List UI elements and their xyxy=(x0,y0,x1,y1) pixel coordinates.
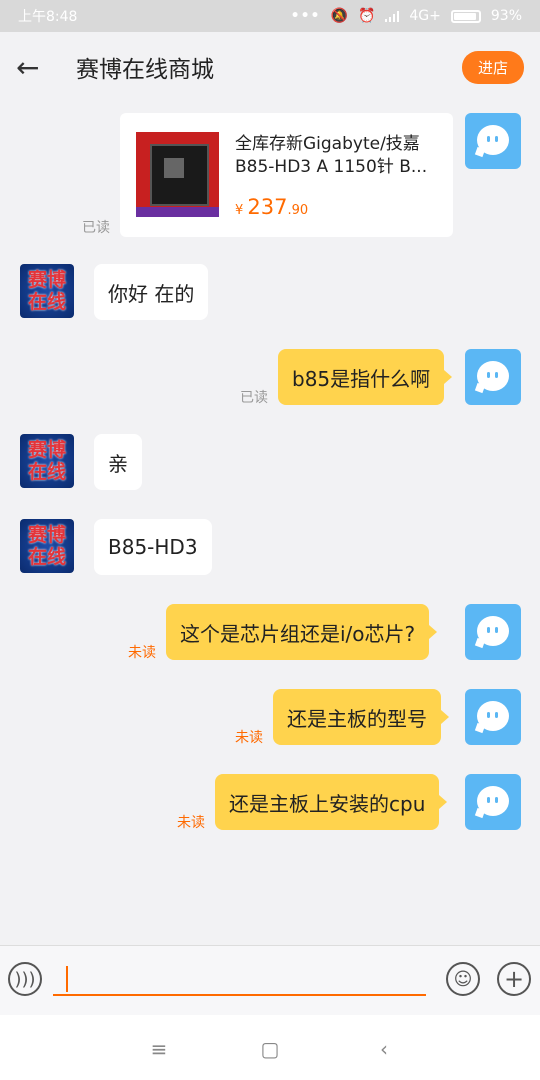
user-avatar[interactable] xyxy=(465,689,521,745)
message-input[interactable] xyxy=(53,994,426,996)
system-nav-bar: ≡ ▢ ‹ xyxy=(0,1015,540,1080)
input-bar: ))) ☺ + xyxy=(0,945,540,1016)
voice-icon[interactable]: ))) xyxy=(8,962,42,996)
user-avatar[interactable] xyxy=(465,113,521,169)
message-bubble-out: 还是主板上安装的cpu xyxy=(215,774,448,830)
back-chevron-icon[interactable]: ‹ xyxy=(371,1037,397,1061)
message-bubble-in: 你好 在的 xyxy=(94,264,209,320)
chat-header: ← 赛博在线商城 进店 xyxy=(0,32,540,102)
unread-status: 未读 xyxy=(235,730,263,746)
battery-percent: 93% xyxy=(490,8,522,24)
product-card[interactable]: 全库存新Gigabyte/技嘉 B85-HD3 A 1150针 B... ¥ 2… xyxy=(120,113,453,237)
mute-icon: 🔕 xyxy=(330,8,348,24)
emoji-icon[interactable]: ☺ xyxy=(446,962,480,996)
menu-icon[interactable]: ≡ xyxy=(146,1037,172,1061)
message-bubble-out: b85是指什么啊 xyxy=(278,349,453,405)
plus-icon[interactable]: + xyxy=(497,962,531,996)
read-status: 已读 xyxy=(82,220,110,236)
status-time: 上午8:48 xyxy=(18,9,78,25)
status-bar: 上午8:48 ••• 🔕 ⏰ 4G+ 93% xyxy=(0,0,540,32)
motherboard-image xyxy=(150,144,209,206)
more-dots-icon: ••• xyxy=(290,8,321,24)
status-icons: ••• 🔕 ⏰ 4G+ 93% xyxy=(291,8,522,24)
unread-status: 未读 xyxy=(177,815,205,831)
product-price: ¥ 237.90 xyxy=(235,195,309,219)
shop-avatar[interactable]: 赛博 在线 xyxy=(20,264,74,318)
shop-avatar[interactable]: 赛博 在线 xyxy=(20,519,74,573)
unread-status: 未读 xyxy=(128,645,156,661)
arrow-left-icon[interactable]: ← xyxy=(16,51,60,84)
signal-icon xyxy=(385,10,400,22)
page-title: 赛博在线商城 xyxy=(76,57,214,83)
user-avatar[interactable] xyxy=(465,349,521,405)
product-title: 全库存新Gigabyte/技嘉 B85-HD3 A 1150针 B... xyxy=(235,134,428,177)
message-bubble-in: 亲 xyxy=(94,434,142,490)
text-cursor xyxy=(66,966,68,992)
home-square-icon[interactable]: ▢ xyxy=(257,1037,283,1061)
message-bubble-out: 这个是芯片组还是i/o芯片? xyxy=(166,604,438,660)
read-status: 已读 xyxy=(240,390,268,406)
battery-icon xyxy=(450,9,481,23)
message-bubble-out: 还是主板的型号 xyxy=(273,689,449,745)
network-label: 4G+ xyxy=(409,8,441,24)
product-image xyxy=(136,132,219,217)
alarm-icon: ⏰ xyxy=(357,8,376,24)
chat-messages: 全库存新Gigabyte/技嘉 B85-HD3 A 1150针 B... ¥ 2… xyxy=(0,102,540,945)
user-avatar[interactable] xyxy=(465,774,521,830)
enter-shop-button[interactable]: 进店 xyxy=(461,50,524,84)
message-bubble-in: B85-HD3 xyxy=(94,519,212,575)
user-avatar[interactable] xyxy=(465,604,521,660)
shop-avatar[interactable]: 赛博 在线 xyxy=(20,434,74,488)
